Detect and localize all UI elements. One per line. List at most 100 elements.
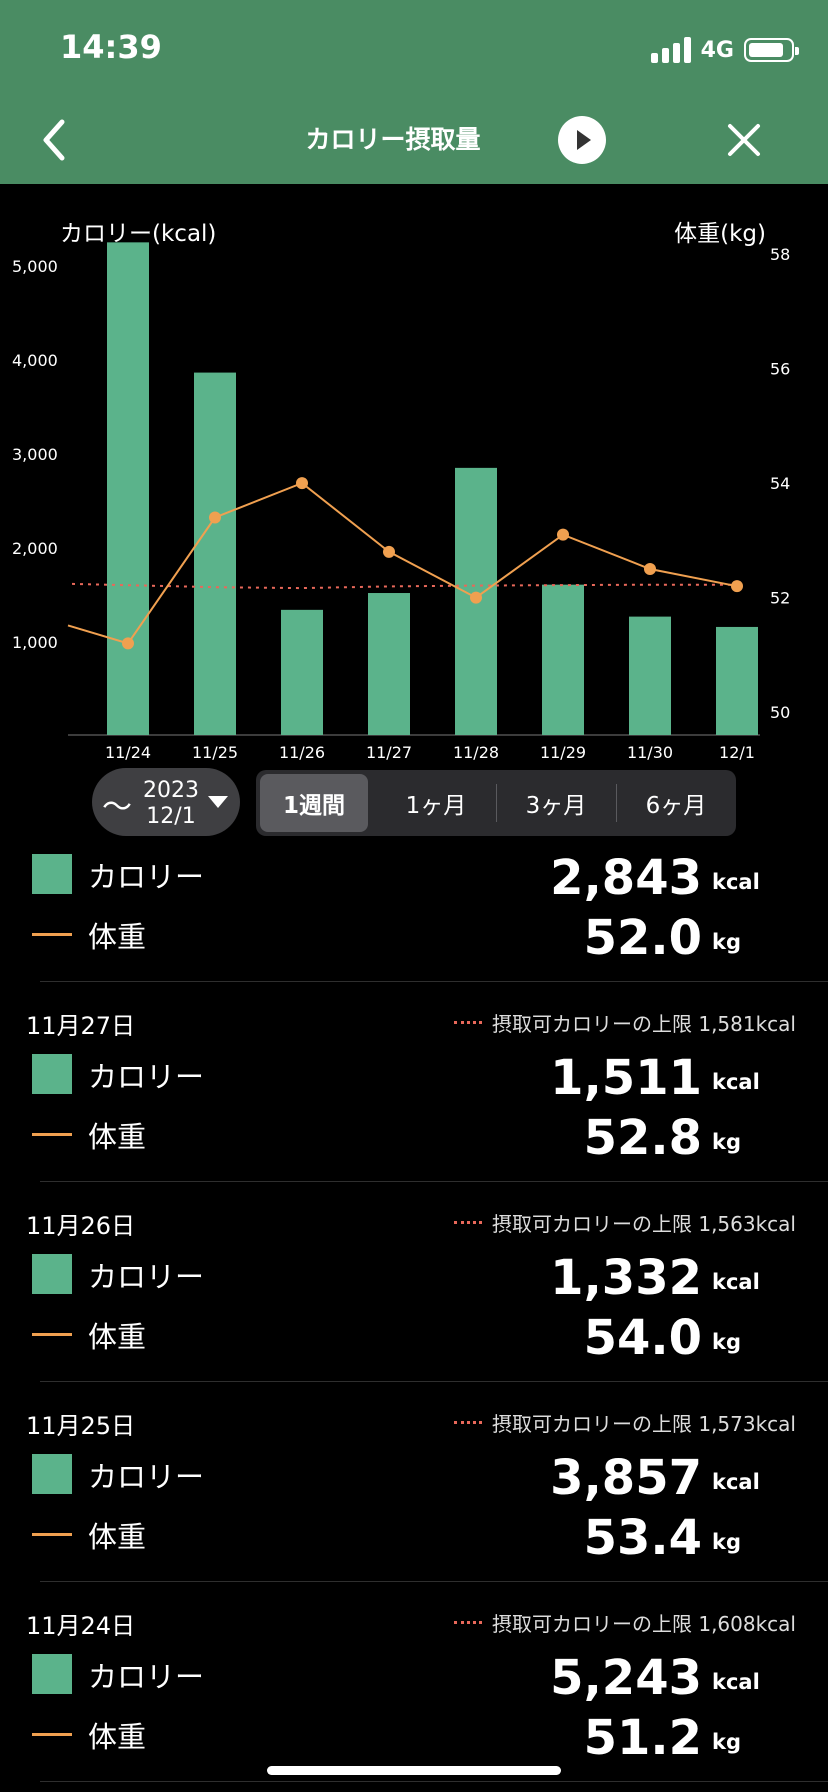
weight-value: 53.4 — [583, 1510, 702, 1566]
calorie-bar — [194, 372, 236, 735]
calorie-limit: 摂取可カロリーの上限 1,573kcal — [453, 1408, 796, 1437]
network-type: 4G — [700, 37, 734, 63]
calorie-unit: kcal — [712, 1670, 760, 1694]
calorie-legend-swatch — [32, 1654, 72, 1694]
x-axis-tick: 11/26 — [279, 743, 325, 760]
calorie-label: カロリー — [88, 1060, 205, 1094]
weight-unit: kg — [712, 1130, 741, 1154]
calorie-legend-swatch — [32, 854, 72, 894]
period-3-months[interactable]: 3ヶ月 — [502, 774, 610, 832]
segment-divider — [496, 784, 497, 822]
weight-point — [644, 563, 656, 575]
calorie-bar — [368, 593, 410, 735]
divider — [40, 1381, 828, 1382]
right-axis-tick: 56 — [770, 360, 790, 379]
weight-unit: kg — [712, 1330, 741, 1354]
calorie-legend-swatch — [32, 1254, 72, 1294]
weight-legend-swatch — [32, 933, 72, 936]
calorie-bar — [107, 242, 149, 736]
weight-label: 体重 — [88, 1120, 147, 1154]
weight-point — [296, 477, 308, 490]
weight-label: 体重 — [88, 1520, 147, 1554]
battery-icon — [744, 38, 799, 62]
dotted-line-icon — [453, 1421, 482, 1424]
entry-date: 11月26日 — [26, 1212, 136, 1240]
dotted-line-icon — [453, 1021, 482, 1024]
right-axis-tick: 58 — [770, 245, 790, 264]
weight-point — [383, 545, 395, 558]
calorie-limit: 摂取可カロリーの上限 1,581kcal — [453, 1008, 796, 1037]
segment-divider — [616, 784, 617, 822]
calorie-label: カロリー — [88, 1260, 205, 1294]
play-button[interactable] — [558, 116, 606, 164]
divider — [40, 981, 828, 982]
dotted-line-icon — [453, 1621, 482, 1624]
play-icon — [577, 130, 591, 150]
weight-unit: kg — [712, 1530, 741, 1554]
right-axis-tick: 50 — [770, 703, 790, 722]
weight-legend-swatch — [32, 1333, 72, 1336]
caret-down-icon — [208, 796, 228, 808]
calorie-limit: 摂取可カロリーの上限 1,563kcal — [453, 1208, 796, 1237]
left-axis-tick: 5,000 — [12, 257, 58, 276]
entry-date: 11月24日 — [26, 1612, 136, 1640]
entry-date: 11月27日 — [26, 1012, 136, 1040]
right-axis-tick: 54 — [770, 474, 790, 493]
period-1-month[interactable]: 1ヶ月 — [382, 774, 490, 832]
weight-point — [557, 528, 569, 541]
x-axis-tick: 11/28 — [453, 743, 499, 760]
calorie-limit: 摂取可カロリーの上限 1,608kcal — [453, 1608, 796, 1637]
status-time: 14:39 — [60, 28, 162, 66]
weight-label: 体重 — [88, 920, 147, 954]
weight-legend-swatch — [32, 1133, 72, 1136]
signal-icon — [650, 37, 691, 63]
left-axis-tick: 2,000 — [12, 539, 58, 558]
x-axis-tick: 11/25 — [192, 743, 238, 760]
left-axis-tick: 1,000 — [12, 633, 58, 652]
entry-date: 11月25日 — [26, 1412, 136, 1440]
date-picker-button[interactable]: 〜 2023 12/1 — [92, 768, 240, 836]
status-indicators: 4G — [650, 34, 799, 66]
period-selector: 1週間 1ヶ月 3ヶ月 6ヶ月 — [256, 770, 736, 836]
calorie-value: 5,243 — [550, 1650, 702, 1706]
x-axis-tick: 11/27 — [366, 743, 412, 760]
weight-unit: kg — [712, 1730, 741, 1754]
calorie-bar — [716, 626, 758, 735]
date-tilde: 〜 — [102, 790, 132, 825]
calorie-value: 3,857 — [550, 1450, 702, 1506]
dotted-line-icon — [453, 1221, 482, 1224]
calorie-unit: kcal — [712, 1270, 760, 1294]
weight-point — [470, 591, 482, 604]
calorie-limit-line — [71, 582, 742, 590]
calorie-unit: kcal — [712, 1070, 760, 1094]
calorie-legend-swatch — [32, 1054, 72, 1094]
weight-value: 51.2 — [583, 1710, 702, 1766]
period-1-week[interactable]: 1週間 — [260, 774, 368, 832]
calorie-bar — [281, 609, 323, 735]
divider — [40, 1581, 828, 1582]
weight-value: 52.0 — [583, 910, 702, 966]
calorie-legend-swatch — [32, 1454, 72, 1494]
page-title: カロリー摂取量 — [305, 125, 481, 154]
weight-unit: kg — [712, 930, 741, 954]
weight-value: 52.8 — [583, 1110, 702, 1166]
calorie-bar — [542, 584, 584, 735]
weight-value: 54.0 — [583, 1310, 702, 1366]
weight-label: 体重 — [88, 1720, 147, 1754]
app-header: 14:39 4G カロリー摂取量 — [0, 0, 828, 184]
right-axis-tick: 52 — [770, 589, 790, 608]
calorie-value: 1,511 — [550, 1050, 702, 1106]
weight-label: 体重 — [88, 1320, 147, 1354]
left-axis-tick: 4,000 — [12, 351, 58, 370]
weight-legend-swatch — [32, 1733, 72, 1736]
home-indicator[interactable] — [267, 1766, 561, 1775]
calorie-unit: kcal — [712, 870, 760, 894]
weight-legend-swatch — [32, 1533, 72, 1536]
date-year: 2023 — [143, 778, 199, 803]
x-axis-tick: 12/1 — [719, 743, 755, 760]
calorie-label: カロリー — [88, 860, 205, 894]
period-6-months[interactable]: 6ヶ月 — [622, 774, 730, 832]
close-button[interactable] — [724, 118, 764, 162]
calorie-unit: kcal — [712, 1470, 760, 1494]
calorie-value: 2,843 — [550, 850, 702, 906]
